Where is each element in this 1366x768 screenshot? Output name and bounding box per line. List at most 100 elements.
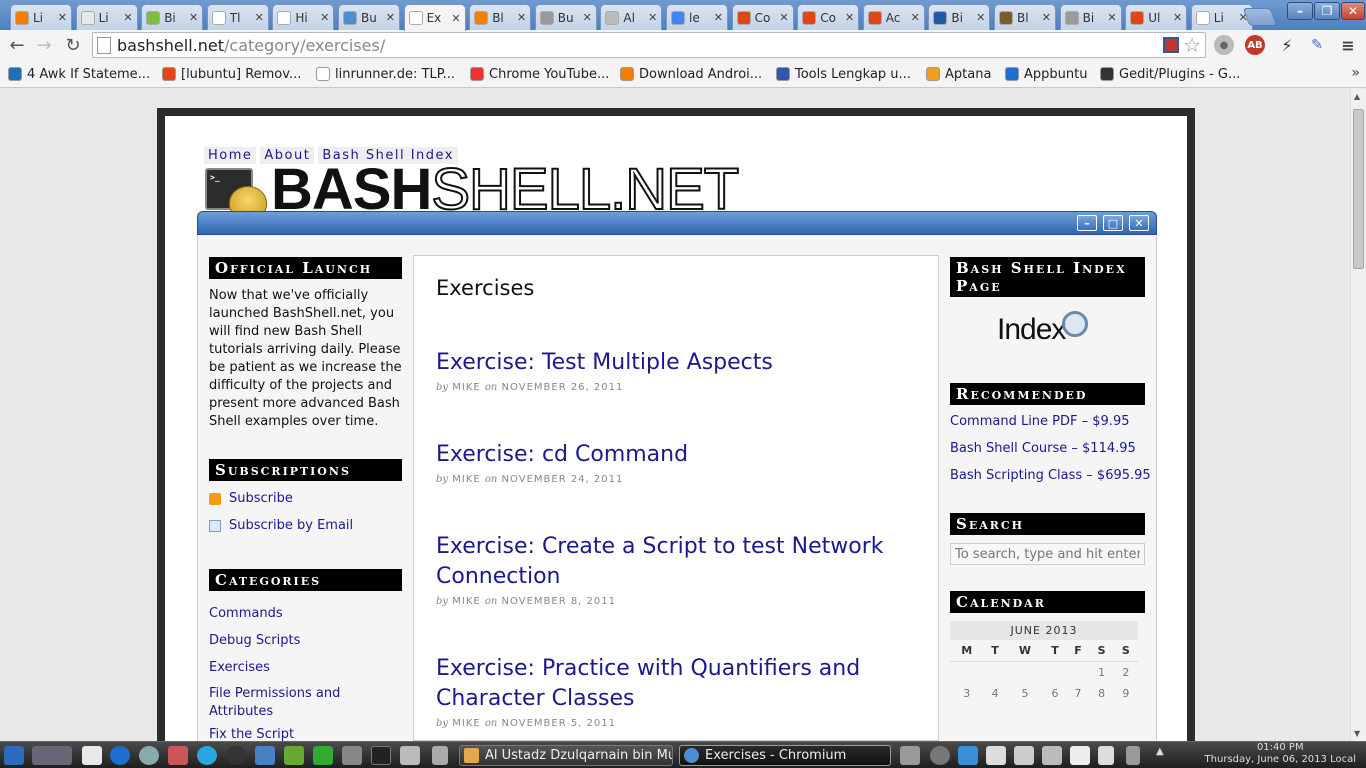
close-window-button[interactable]: ✕ — [1341, 2, 1365, 20]
bookmark-item[interactable]: [lubuntu] Remov... — [162, 64, 301, 84]
taskbar-item-active[interactable]: Exercises - Chromium — [679, 745, 891, 766]
tab[interactable]: le ✕ — [666, 4, 728, 30]
taskbar-item[interactable]: Al Ustadz Dzulqarnain bin Muh — [459, 745, 673, 766]
recommended-link[interactable]: Command Line PDF – $9.95 — [950, 408, 1145, 435]
post-title[interactable]: Exercise: cd Command — [436, 440, 916, 470]
forward-button[interactable]: → — [33, 34, 55, 56]
page-scrollbar[interactable]: ▲ ▼ — [1350, 89, 1366, 741]
app-icon[interactable] — [168, 746, 188, 765]
download-icon[interactable] — [313, 746, 333, 765]
index-logo[interactable]: Index — [950, 297, 1145, 369]
subscribe-email-link[interactable]: Subscribe by Email — [229, 517, 353, 535]
file-icon[interactable] — [432, 746, 448, 765]
extension-tools-icon[interactable]: ✎ — [1307, 35, 1327, 55]
menu-icon[interactable]: ≡ — [1338, 35, 1358, 55]
battery-icon[interactable] — [1098, 746, 1114, 765]
bookmark-item[interactable]: Appbuntu — [1005, 64, 1087, 84]
scissors-icon[interactable] — [1042, 746, 1062, 765]
recommended-link[interactable]: Bash Shell Course – $114.95 — [950, 435, 1145, 462]
reload-button[interactable]: ↻ — [62, 34, 84, 56]
network-icon[interactable] — [930, 746, 950, 765]
category-commands[interactable]: Commands — [209, 600, 402, 627]
adblock-icon[interactable]: AB — [1245, 35, 1265, 55]
nav-home[interactable]: Home — [204, 147, 257, 164]
tab[interactable]: Bi ✕ — [1059, 4, 1122, 30]
tab-close-icon[interactable]: ✕ — [123, 11, 132, 24]
search-input[interactable] — [950, 543, 1145, 565]
tab-close-icon[interactable]: ✕ — [255, 11, 264, 24]
tab-close-icon[interactable]: ✕ — [517, 11, 526, 24]
tab-close-icon[interactable]: ✕ — [779, 11, 788, 24]
tab[interactable]: Ul ✕ — [1125, 4, 1188, 30]
package-icon[interactable] — [255, 746, 275, 765]
tab[interactable]: Bu ✕ — [534, 4, 597, 30]
document-icon[interactable] — [82, 746, 102, 765]
post-title[interactable]: Exercise: Create a Script to test Networ… — [436, 532, 916, 592]
tab[interactable]: Co ✕ — [731, 4, 794, 30]
tab-close-icon[interactable]: ✕ — [583, 11, 592, 24]
tab-close-icon[interactable]: ✕ — [976, 11, 985, 24]
bookmark-item[interactable]: linrunner.de: TLP... — [316, 64, 455, 84]
back-button[interactable]: ← — [6, 34, 28, 56]
gear-icon[interactable] — [226, 746, 246, 765]
category-debug-scripts[interactable]: Debug Scripts — [209, 627, 402, 654]
qt-icon[interactable] — [284, 746, 304, 765]
tab-close-icon[interactable]: ✕ — [451, 12, 460, 25]
site-logo[interactable]: BASHSHELL.NET >_ — [205, 159, 825, 221]
address-bar[interactable]: bashshell.net/category/exercises/ ☆ — [92, 32, 1206, 58]
pidgin-icon[interactable] — [139, 746, 159, 765]
text-editor-icon[interactable] — [400, 746, 420, 765]
subscribe-rss[interactable]: Subscribe — [209, 490, 402, 508]
tab-close-icon[interactable]: ✕ — [1107, 11, 1116, 24]
tab[interactable]: Bl ✕ — [469, 4, 532, 30]
tab[interactable]: Ac ✕ — [862, 4, 925, 30]
hardware-icon[interactable] — [342, 746, 362, 765]
tray-arrow-icon[interactable]: ▲ — [1156, 746, 1176, 765]
start-menu-icon[interactable] — [4, 746, 24, 765]
tab-close-icon[interactable]: ✕ — [845, 11, 854, 24]
tab-close-icon[interactable]: ✕ — [1173, 11, 1182, 24]
tab-active[interactable]: Ex ✕ — [403, 4, 466, 31]
tab[interactable]: Li ✕ — [10, 4, 72, 30]
tab-close-icon[interactable]: ✕ — [1042, 11, 1051, 24]
category-file-permissions[interactable]: File Permissions and Attributes — [209, 685, 402, 721]
bookmark-item[interactable]: 4 Awk If Stateme... — [8, 64, 150, 84]
recommended-link[interactable]: Bash Scripting Class – $695.95 — [950, 462, 1151, 489]
window-grid-icon[interactable] — [986, 746, 1006, 765]
tab[interactable]: Tl ✕ — [206, 4, 269, 30]
tab-close-icon[interactable]: ✕ — [58, 11, 67, 24]
tab[interactable]: Bl ✕ — [994, 4, 1056, 30]
subscribe-email[interactable]: Subscribe by Email — [209, 517, 402, 535]
bookmark-item[interactable]: Download Androi... — [620, 64, 762, 84]
bookmark-item[interactable]: Tools Lengkap u... — [776, 64, 911, 84]
volume-icon[interactable] — [1070, 746, 1090, 765]
bookmark-item[interactable]: Gedit/Plugins - G... — [1100, 64, 1240, 84]
post-title[interactable]: Exercise: Test Multiple Aspects — [436, 348, 916, 378]
terminal-app-icon[interactable] — [371, 746, 391, 765]
tab[interactable]: Al ✕ — [600, 4, 663, 30]
tab[interactable]: Bi ✕ — [928, 4, 991, 30]
tab-close-icon[interactable]: ✕ — [320, 11, 329, 24]
bookmarks-overflow-icon[interactable]: » — [1351, 65, 1360, 81]
scroll-thumb[interactable] — [1353, 109, 1364, 269]
tools-icon[interactable] — [900, 746, 920, 765]
tab-close-icon[interactable]: ✕ — [648, 11, 657, 24]
calendar-app-icon[interactable] — [1126, 746, 1140, 765]
tab-close-icon[interactable]: ✕ — [714, 11, 723, 24]
tab[interactable]: Bi ✕ — [141, 4, 204, 30]
extension-globe-icon[interactable]: ● — [1214, 35, 1234, 55]
desktop-switcher-icon[interactable] — [32, 746, 72, 765]
tab[interactable]: Co ✕ — [797, 4, 860, 30]
scroll-up-icon[interactable]: ▲ — [1354, 92, 1360, 101]
tab[interactable]: Bu ✕ — [338, 4, 400, 30]
tab-close-icon[interactable]: ✕ — [911, 11, 920, 24]
bookmark-item[interactable]: Aptana — [926, 64, 991, 84]
scroll-down-icon[interactable]: ▼ — [1354, 729, 1360, 738]
category-exercises[interactable]: Exercises — [209, 654, 402, 681]
tab[interactable]: Li ✕ — [75, 4, 138, 30]
keyboard-icon[interactable] — [1014, 746, 1034, 765]
rss-feed-icon[interactable] — [1163, 37, 1179, 53]
browser-icon[interactable] — [110, 746, 130, 765]
bookmark-star-icon[interactable]: ☆ — [1183, 33, 1201, 57]
tab[interactable]: Hi ✕ — [272, 4, 335, 30]
